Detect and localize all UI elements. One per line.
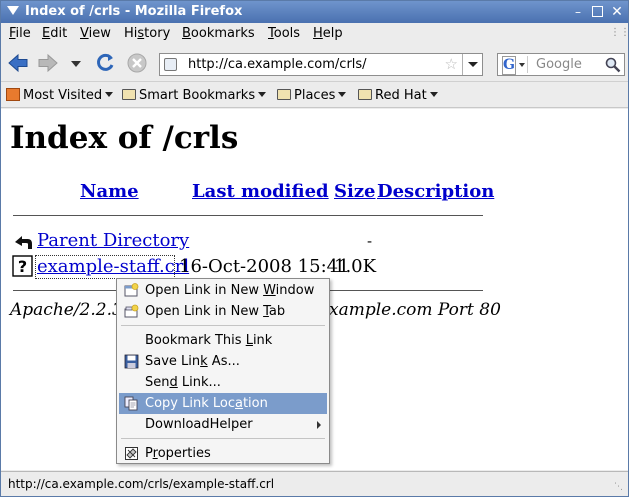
- menu-item-copy-link-location[interactable]: Copy Link Location: [119, 393, 327, 414]
- parent-directory-link[interactable]: Parent Directory: [37, 230, 189, 252]
- url-dropdown-button[interactable]: [462, 54, 482, 75]
- bookmarks-toolbar: Most Visited Smart Bookmarks Places Red …: [1, 83, 628, 108]
- search-input[interactable]: Google: [536, 57, 582, 73]
- minimize-button[interactable]: –: [570, 4, 586, 20]
- maximize-button[interactable]: [592, 6, 603, 17]
- menu-separator: [121, 438, 325, 439]
- bookmark-places[interactable]: Places: [277, 87, 347, 105]
- chevron-down-icon: [105, 92, 114, 97]
- menu-item-downloadhelper[interactable]: DownloadHelper: [119, 414, 327, 435]
- divider: [13, 215, 483, 216]
- bookmark-star-icon[interactable]: ☆: [445, 56, 458, 73]
- menu-item-save-link-as[interactable]: Save Link As...: [119, 351, 327, 372]
- search-bar[interactable]: G Google: [497, 53, 625, 76]
- menu-edit[interactable]: Edit: [42, 25, 67, 42]
- page-title: Index of /crls: [10, 120, 239, 156]
- history-dropdown-icon[interactable]: [71, 61, 81, 67]
- file-link-example-staff[interactable]: example-staff.crl: [37, 256, 189, 278]
- title-bar: Index of /crls - Mozilla Firefox – ✕: [1, 1, 628, 23]
- navigation-toolbar: http://ca.example.com/crls/ ☆ G Google: [1, 44, 628, 82]
- forward-arrow-icon[interactable]: [37, 52, 59, 74]
- menu-view[interactable]: View: [80, 25, 111, 42]
- status-bar: http://ca.example.com/crls/example-staff…: [1, 471, 628, 496]
- google-icon: G: [502, 56, 516, 75]
- chevron-down-icon: [519, 63, 525, 67]
- column-header-name[interactable]: Name: [80, 181, 139, 203]
- bookmark-most-visited[interactable]: Most Visited: [6, 87, 114, 105]
- url-bar[interactable]: http://ca.example.com/crls/ ☆: [159, 53, 483, 76]
- menu-file[interactable]: File: [9, 25, 31, 42]
- back-arrow-icon: [15, 236, 32, 249]
- chevron-down-icon: [429, 92, 438, 97]
- chevron-down-icon: [338, 92, 347, 97]
- unknown-file-icon: ?: [12, 255, 33, 277]
- folder-icon: [358, 89, 372, 100]
- resize-grip-icon[interactable]: ⋱: [614, 481, 626, 493]
- menu-item-bookmark-link[interactable]: Bookmark This Link: [119, 330, 327, 351]
- browser-window: Index of /crls - Mozilla Firefox – ✕ Fil…: [0, 0, 629, 497]
- site-identity-icon[interactable]: [164, 58, 177, 71]
- menu-item-open-new-window[interactable]: Open Link in New Window: [119, 280, 327, 301]
- throbber-icon: ⋮⋮: [610, 27, 629, 38]
- status-text: http://ca.example.com/crls/example-staff…: [8, 477, 275, 491]
- svg-text:?: ?: [18, 257, 27, 276]
- column-header-description[interactable]: Description: [377, 181, 494, 203]
- reload-icon[interactable]: [94, 52, 116, 74]
- close-button[interactable]: ✕: [609, 4, 625, 20]
- new-tab-icon: [124, 304, 139, 318]
- menu-bookmarks[interactable]: Bookmarks: [182, 25, 255, 42]
- column-header-last-modified[interactable]: Last modified: [192, 181, 329, 203]
- menu-separator: [121, 325, 325, 326]
- new-window-icon: [124, 283, 139, 297]
- menu-item-properties[interactable]: Properties: [119, 443, 327, 464]
- chevron-down-icon: [258, 92, 267, 97]
- folder-icon: [277, 89, 291, 100]
- bookmark-smart-bookmarks[interactable]: Smart Bookmarks: [122, 87, 267, 105]
- menu-item-send-link[interactable]: Send Link...: [119, 372, 327, 393]
- menu-bar: File Edit View History Bookmarks Tools H…: [1, 23, 628, 44]
- row-size: 1.0K: [334, 256, 377, 277]
- server-signature: Apache/2.2.3: [10, 300, 123, 320]
- column-header-size[interactable]: Size: [334, 181, 376, 203]
- menu-tools[interactable]: Tools: [268, 25, 300, 42]
- save-icon: [124, 354, 139, 369]
- search-icon[interactable]: [604, 56, 622, 74]
- row-modified: 16-Oct-2008 15:41: [179, 256, 350, 277]
- properties-icon: [125, 447, 138, 460]
- menu-history[interactable]: History: [124, 25, 170, 42]
- window-title: Index of /crls - Mozilla Firefox: [25, 4, 243, 19]
- server-signature-port: xample.com Port 80: [329, 300, 501, 320]
- copy-icon: [124, 396, 138, 411]
- menu-help[interactable]: Help: [313, 25, 343, 42]
- context-menu: Open Link in New Window Open Link in New…: [116, 278, 330, 464]
- url-text[interactable]: http://ca.example.com/crls/: [188, 57, 367, 73]
- back-arrow-icon[interactable]: [7, 52, 29, 74]
- menu-item-open-new-tab[interactable]: Open Link in New Tab: [119, 301, 327, 322]
- submenu-arrow-icon: [317, 421, 321, 429]
- folder-icon: [122, 89, 136, 100]
- search-engine-button[interactable]: G: [500, 56, 528, 75]
- stop-icon[interactable]: [126, 52, 148, 74]
- row-size: -: [367, 232, 373, 250]
- window-menu-icon[interactable]: [7, 6, 19, 15]
- most-visited-icon: [6, 88, 20, 101]
- bookmark-red-hat[interactable]: Red Hat: [358, 87, 438, 105]
